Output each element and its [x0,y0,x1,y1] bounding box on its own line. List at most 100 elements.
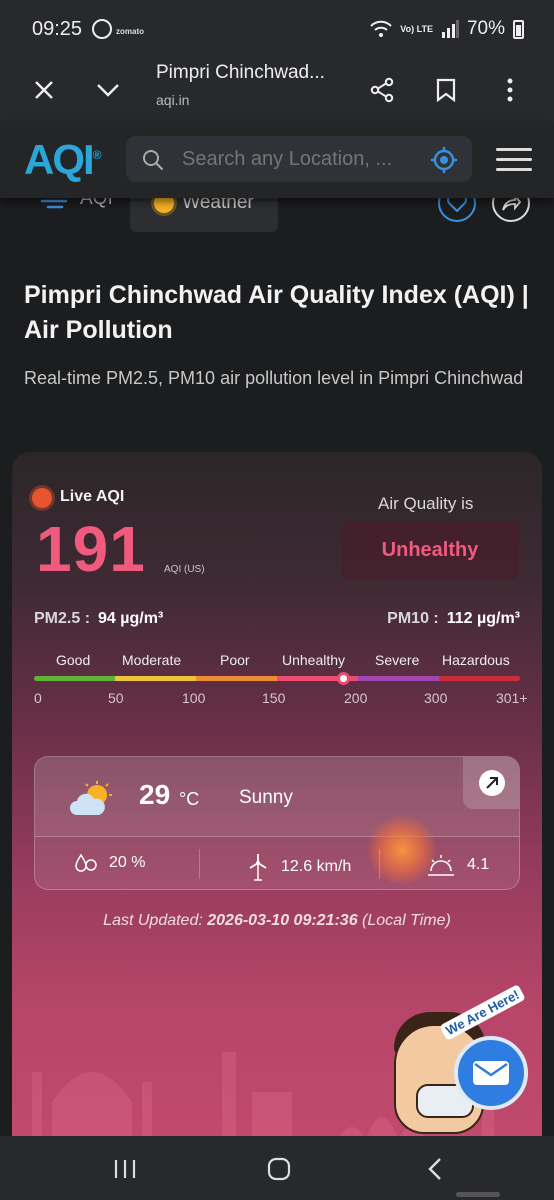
pm10-label: PM10 : [387,610,439,627]
scale-segment-poor [196,676,277,681]
weather-card[interactable]: 29 °C Sunny 20 % 12.6 km/h 4.1 [34,756,520,890]
browser-page-title[interactable]: Pimpri Chinchwad... [156,62,325,84]
scale-label-poor: Poor [220,652,250,668]
chat-open-button[interactable] [454,1036,528,1110]
aqi-scale-marker [336,672,350,685]
recent-apps-icon [114,1160,136,1178]
wind-value: 12.6 km/h [281,858,352,875]
battery-icon [513,19,524,39]
weather-summary: 29 °C Sunny [35,757,519,837]
aqi-scale-ticks: 0 50 100 150 200 300 301+ [34,690,528,708]
wifi-icon [370,20,393,37]
locate-icon[interactable] [430,146,458,174]
pm10-value: 112 µg/m³ [446,610,520,627]
share-button[interactable] [364,72,400,108]
scale-tick: 301+ [496,690,528,706]
logo-text: AQI [24,136,95,183]
scale-label-good: Good [56,652,91,668]
air-quality-label: Air Quality is [378,494,474,513]
home-button[interactable] [264,1156,294,1182]
live-indicator-icon [32,488,52,508]
more-options-button[interactable] [492,72,528,108]
pm25-reading: PM2.5 : 94 µg/m³ [34,610,163,628]
last-updated-prefix: Last Updated: [103,912,203,929]
wind-turbine-icon [249,854,267,881]
close-tab-button[interactable] [26,72,62,108]
search-icon [143,150,164,171]
scale-segment-moderate [115,676,196,681]
scale-segment-severe [358,676,439,681]
battery-percent: 70% [466,18,505,39]
last-updated-suffix: (Local Time) [362,912,451,929]
mail-icon [473,1061,509,1085]
scale-tick: 150 [262,690,286,706]
uv-stat: 4.1 [427,853,489,877]
uv-value: 4.1 [467,856,490,873]
status-time: 09:25 [32,18,83,40]
collapse-button[interactable] [90,72,126,108]
arrow-up-right-icon [479,770,505,796]
back-button[interactable] [420,1156,450,1182]
stat-divider [199,849,200,879]
scale-label-moderate: Moderate [122,652,182,668]
partly-sunny-icon [70,781,112,815]
chevron-down-icon [97,84,119,97]
aqi-scale-labels: Good Moderate Poor Unhealthy Severe Haza… [34,652,520,672]
logo-mark: ® [92,148,102,162]
status-bar: 09:25 zomato Vo) LTE 70% [0,0,554,60]
aqi-scale-bar [34,676,520,681]
share-icon [370,77,394,103]
notification-label: zomato [116,27,144,36]
pm10-reading: PM10 : 112 µg/m³ [387,610,520,628]
humidity-icon [75,853,97,872]
search-box[interactable] [126,136,472,182]
weather-detail-button[interactable] [463,757,519,809]
scale-tick: 200 [344,690,368,706]
temperature-value: 29 [139,779,171,810]
search-input[interactable] [182,136,416,182]
gesture-pill [456,1192,500,1197]
last-updated-datetime: 2026-03-10 09:21:36 [207,912,358,929]
site-header: AQI® [0,122,554,198]
humidity-value: 20 % [109,854,146,871]
hamburger-menu-icon[interactable] [496,148,532,172]
status-badge: Unhealthy [341,522,519,579]
temperature-unit: °C [179,789,200,809]
whatsapp-icon [92,19,112,39]
more-vertical-icon [507,78,513,102]
scale-label-severe: Severe [375,652,420,668]
weather-condition: Sunny [239,787,293,808]
scale-segment-good [34,676,115,681]
pm25-value: 94 µg/m³ [98,610,164,627]
wind-stat: 12.6 km/h [247,853,351,881]
back-icon [428,1158,441,1180]
recent-apps-button[interactable] [110,1156,140,1182]
bookmark-button[interactable] [428,72,464,108]
browser-toolbar: Pimpri Chinchwad... aqi.in [0,60,554,122]
scale-tick: 300 [424,690,448,706]
scale-segment-hazardous [439,676,520,681]
scale-tick: 100 [182,690,206,706]
uv-index-icon [428,855,454,876]
aqi-unit: AQI (US) [164,564,205,575]
signal-icon [441,20,459,38]
volte-label: Vo) LTE [400,23,433,34]
browser-url[interactable]: aqi.in [156,92,189,108]
status-indicators: Vo) LTE 70% [370,18,524,40]
page-title: Pimpri Chinchwad Air Quality Index (AQI)… [24,281,529,344]
scale-tick: 0 [34,690,42,706]
aqi-logo[interactable]: AQI® [24,136,102,184]
last-updated: Last Updated: 2026-03-10 09:21:36 (Local… [12,912,542,930]
system-navigation-bar [0,1136,554,1200]
bookmark-icon [436,78,456,102]
live-aqi-label: Live AQI [60,488,125,505]
close-icon [35,81,53,99]
chat-support-widget[interactable]: We Are Here! [394,984,534,1134]
humidity-stat: 20 % [75,853,145,873]
aqi-value: 191 [36,513,146,585]
scale-tick: 50 [108,690,124,706]
page-subtitle: Real-time PM2.5, PM10 air pollution leve… [24,368,524,388]
home-icon [267,1157,291,1181]
scale-label-hazardous: Hazardous [442,652,510,668]
pm25-label: PM2.5 : [34,610,91,627]
